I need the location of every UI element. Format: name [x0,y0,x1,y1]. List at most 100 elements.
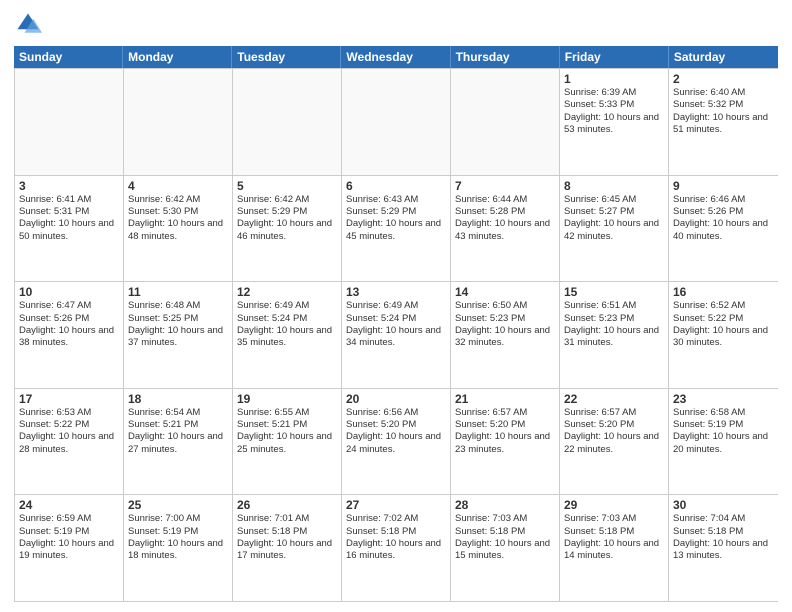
calendar-cell: 18Sunrise: 6:54 AMSunset: 5:21 PMDayligh… [124,389,233,495]
day-number: 1 [564,72,664,86]
calendar-week: 3Sunrise: 6:41 AMSunset: 5:31 PMDaylight… [15,175,778,282]
day-number: 25 [128,498,228,512]
day-number: 12 [237,285,337,299]
day-info: Sunrise: 6:50 AMSunset: 5:23 PMDaylight:… [455,300,555,349]
calendar-cell [233,69,342,175]
day-info: Sunrise: 6:41 AMSunset: 5:31 PMDaylight:… [19,194,119,243]
calendar-week: 24Sunrise: 6:59 AMSunset: 5:19 PMDayligh… [15,494,778,601]
page-header [14,10,778,38]
calendar-cell: 12Sunrise: 6:49 AMSunset: 5:24 PMDayligh… [233,282,342,388]
calendar-cell: 19Sunrise: 6:55 AMSunset: 5:21 PMDayligh… [233,389,342,495]
calendar-cell: 16Sunrise: 6:52 AMSunset: 5:22 PMDayligh… [669,282,778,388]
day-number: 8 [564,179,664,193]
day-info: Sunrise: 6:57 AMSunset: 5:20 PMDaylight:… [455,407,555,456]
calendar-cell: 9Sunrise: 6:46 AMSunset: 5:26 PMDaylight… [669,176,778,282]
day-number: 11 [128,285,228,299]
calendar-cell: 24Sunrise: 6:59 AMSunset: 5:19 PMDayligh… [15,495,124,601]
calendar-cell: 28Sunrise: 7:03 AMSunset: 5:18 PMDayligh… [451,495,560,601]
day-info: Sunrise: 7:03 AMSunset: 5:18 PMDaylight:… [564,513,664,562]
calendar-cell: 21Sunrise: 6:57 AMSunset: 5:20 PMDayligh… [451,389,560,495]
day-number: 13 [346,285,446,299]
weekday-header: Monday [123,46,232,68]
day-number: 14 [455,285,555,299]
calendar-cell: 5Sunrise: 6:42 AMSunset: 5:29 PMDaylight… [233,176,342,282]
calendar-cell: 1Sunrise: 6:39 AMSunset: 5:33 PMDaylight… [560,69,669,175]
calendar-cell [451,69,560,175]
day-info: Sunrise: 6:47 AMSunset: 5:26 PMDaylight:… [19,300,119,349]
calendar-cell [342,69,451,175]
day-info: Sunrise: 7:04 AMSunset: 5:18 PMDaylight:… [673,513,774,562]
weekday-header: Saturday [669,46,778,68]
calendar-cell: 7Sunrise: 6:44 AMSunset: 5:28 PMDaylight… [451,176,560,282]
day-number: 20 [346,392,446,406]
day-number: 3 [19,179,119,193]
day-number: 26 [237,498,337,512]
calendar-cell: 20Sunrise: 6:56 AMSunset: 5:20 PMDayligh… [342,389,451,495]
day-info: Sunrise: 6:51 AMSunset: 5:23 PMDaylight:… [564,300,664,349]
day-number: 15 [564,285,664,299]
day-info: Sunrise: 7:01 AMSunset: 5:18 PMDaylight:… [237,513,337,562]
calendar-week: 17Sunrise: 6:53 AMSunset: 5:22 PMDayligh… [15,388,778,495]
calendar-cell [15,69,124,175]
day-number: 2 [673,72,774,86]
day-info: Sunrise: 6:43 AMSunset: 5:29 PMDaylight:… [346,194,446,243]
calendar-cell: 3Sunrise: 6:41 AMSunset: 5:31 PMDaylight… [15,176,124,282]
calendar-cell: 27Sunrise: 7:02 AMSunset: 5:18 PMDayligh… [342,495,451,601]
day-info: Sunrise: 7:03 AMSunset: 5:18 PMDaylight:… [455,513,555,562]
day-info: Sunrise: 7:02 AMSunset: 5:18 PMDaylight:… [346,513,446,562]
day-info: Sunrise: 6:44 AMSunset: 5:28 PMDaylight:… [455,194,555,243]
day-info: Sunrise: 6:53 AMSunset: 5:22 PMDaylight:… [19,407,119,456]
day-number: 28 [455,498,555,512]
calendar-cell: 4Sunrise: 6:42 AMSunset: 5:30 PMDaylight… [124,176,233,282]
calendar-cell: 17Sunrise: 6:53 AMSunset: 5:22 PMDayligh… [15,389,124,495]
day-number: 17 [19,392,119,406]
day-info: Sunrise: 6:56 AMSunset: 5:20 PMDaylight:… [346,407,446,456]
day-number: 24 [19,498,119,512]
calendar-cell: 13Sunrise: 6:49 AMSunset: 5:24 PMDayligh… [342,282,451,388]
day-number: 16 [673,285,774,299]
day-info: Sunrise: 6:52 AMSunset: 5:22 PMDaylight:… [673,300,774,349]
day-info: Sunrise: 6:54 AMSunset: 5:21 PMDaylight:… [128,407,228,456]
calendar-cell: 10Sunrise: 6:47 AMSunset: 5:26 PMDayligh… [15,282,124,388]
day-number: 7 [455,179,555,193]
day-info: Sunrise: 6:48 AMSunset: 5:25 PMDaylight:… [128,300,228,349]
day-number: 22 [564,392,664,406]
day-info: Sunrise: 6:58 AMSunset: 5:19 PMDaylight:… [673,407,774,456]
day-number: 29 [564,498,664,512]
weekday-header: Sunday [14,46,123,68]
calendar-cell: 22Sunrise: 6:57 AMSunset: 5:20 PMDayligh… [560,389,669,495]
day-number: 30 [673,498,774,512]
day-number: 19 [237,392,337,406]
calendar: SundayMondayTuesdayWednesdayThursdayFrid… [14,46,778,602]
calendar-cell: 30Sunrise: 7:04 AMSunset: 5:18 PMDayligh… [669,495,778,601]
weekday-header: Friday [560,46,669,68]
calendar-cell: 6Sunrise: 6:43 AMSunset: 5:29 PMDaylight… [342,176,451,282]
day-info: Sunrise: 7:00 AMSunset: 5:19 PMDaylight:… [128,513,228,562]
day-number: 4 [128,179,228,193]
day-info: Sunrise: 6:57 AMSunset: 5:20 PMDaylight:… [564,407,664,456]
calendar-cell: 26Sunrise: 7:01 AMSunset: 5:18 PMDayligh… [233,495,342,601]
day-info: Sunrise: 6:55 AMSunset: 5:21 PMDaylight:… [237,407,337,456]
calendar-week: 10Sunrise: 6:47 AMSunset: 5:26 PMDayligh… [15,281,778,388]
day-info: Sunrise: 6:42 AMSunset: 5:30 PMDaylight:… [128,194,228,243]
calendar-header: SundayMondayTuesdayWednesdayThursdayFrid… [14,46,778,68]
day-info: Sunrise: 6:45 AMSunset: 5:27 PMDaylight:… [564,194,664,243]
weekday-header: Tuesday [232,46,341,68]
calendar-cell: 14Sunrise: 6:50 AMSunset: 5:23 PMDayligh… [451,282,560,388]
logo-icon [14,10,42,38]
day-number: 5 [237,179,337,193]
day-number: 27 [346,498,446,512]
weekday-header: Wednesday [341,46,450,68]
calendar-cell: 15Sunrise: 6:51 AMSunset: 5:23 PMDayligh… [560,282,669,388]
calendar-cell: 29Sunrise: 7:03 AMSunset: 5:18 PMDayligh… [560,495,669,601]
day-number: 6 [346,179,446,193]
day-info: Sunrise: 6:59 AMSunset: 5:19 PMDaylight:… [19,513,119,562]
day-info: Sunrise: 6:40 AMSunset: 5:32 PMDaylight:… [673,87,774,136]
calendar-week: 1Sunrise: 6:39 AMSunset: 5:33 PMDaylight… [15,68,778,175]
day-info: Sunrise: 6:49 AMSunset: 5:24 PMDaylight:… [237,300,337,349]
calendar-cell: 23Sunrise: 6:58 AMSunset: 5:19 PMDayligh… [669,389,778,495]
day-number: 23 [673,392,774,406]
weekday-header: Thursday [451,46,560,68]
calendar-body: 1Sunrise: 6:39 AMSunset: 5:33 PMDaylight… [14,68,778,602]
day-number: 21 [455,392,555,406]
